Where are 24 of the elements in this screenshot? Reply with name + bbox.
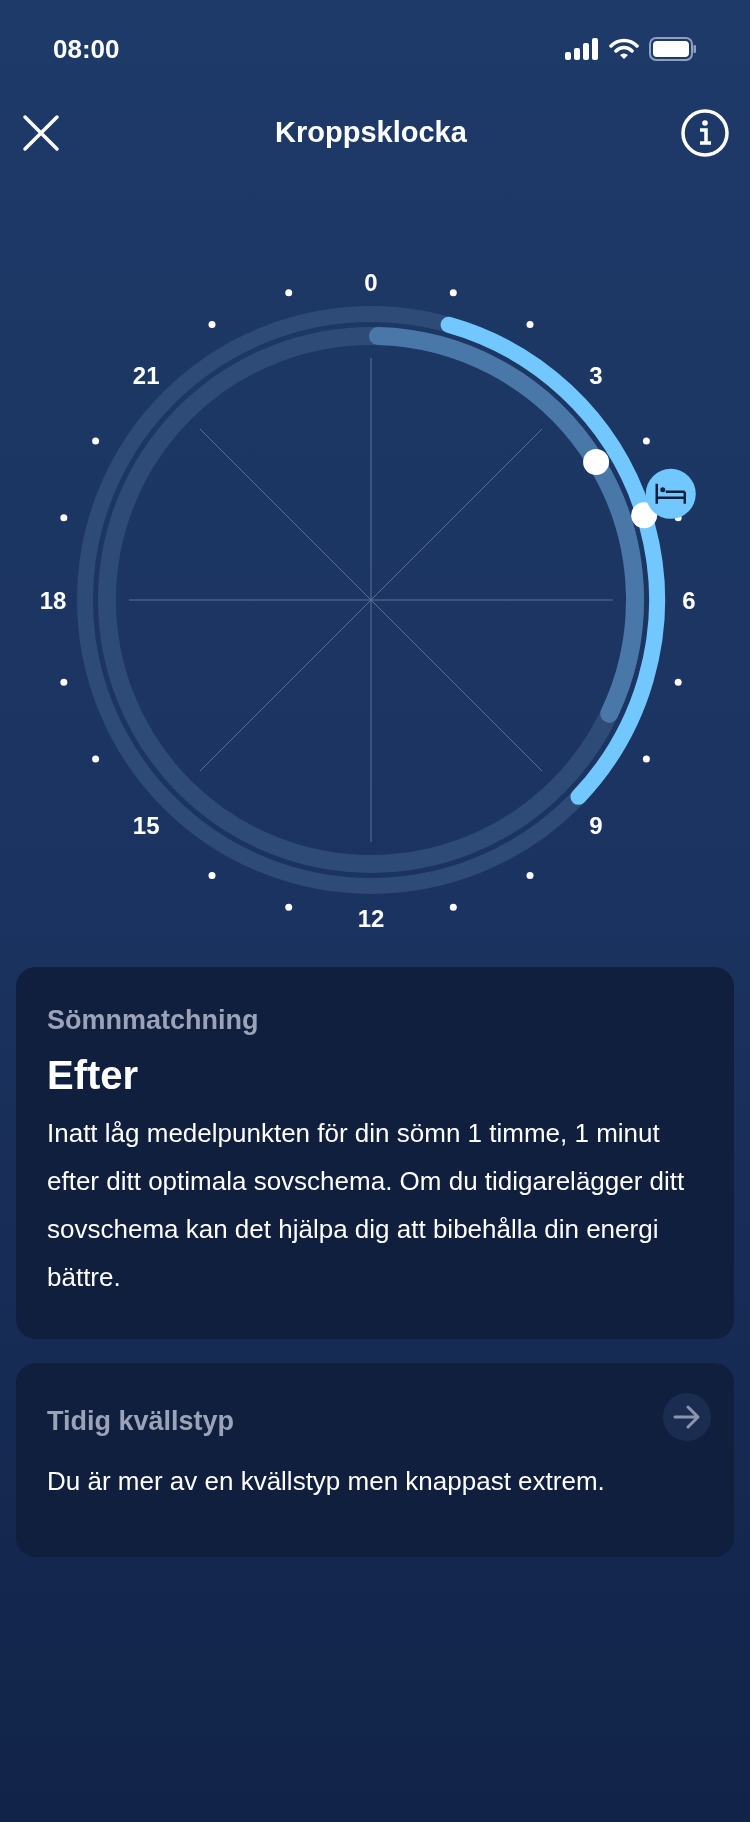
hour-label: 15: [132, 811, 160, 839]
info-icon: [680, 108, 730, 158]
close-icon: [22, 114, 60, 152]
card-value: Efter: [47, 1052, 140, 1099]
page-title: Kroppsklocka: [275, 115, 467, 151]
arrow-button[interactable]: [663, 1393, 711, 1441]
hour-label: 12: [357, 905, 385, 932]
wifi-icon: [609, 38, 639, 60]
close-button[interactable]: [20, 112, 62, 154]
hour-label: 9: [589, 811, 603, 839]
arrow-right-icon: [673, 1405, 701, 1429]
card-text: Inatt låg medelpunkten för din sömn 1 timme, 1 minut efter ditt optimala sovschema. Om du tidigarelägger ditt sovschema kan det hjälpa dig att bibehålla din energi bättre.: [47, 1117, 686, 1294]
battery-icon: [649, 37, 697, 61]
hour-label: 18: [39, 587, 67, 614]
hour-label: 6: [682, 587, 696, 614]
signal-icon: [565, 38, 599, 60]
hour-label: 0: [364, 269, 378, 296]
info-button[interactable]: [680, 108, 730, 158]
card-text: Du är mer av en kvällstyp men knappast extrem.: [47, 1465, 606, 1498]
hour-label: 21: [132, 362, 160, 390]
status-time: 08:00: [53, 32, 120, 66]
hour-label: 3: [589, 362, 603, 390]
card-label: Tidig kvällstyp: [47, 1405, 235, 1438]
card-label: Sömnmatchning: [47, 1004, 260, 1037]
